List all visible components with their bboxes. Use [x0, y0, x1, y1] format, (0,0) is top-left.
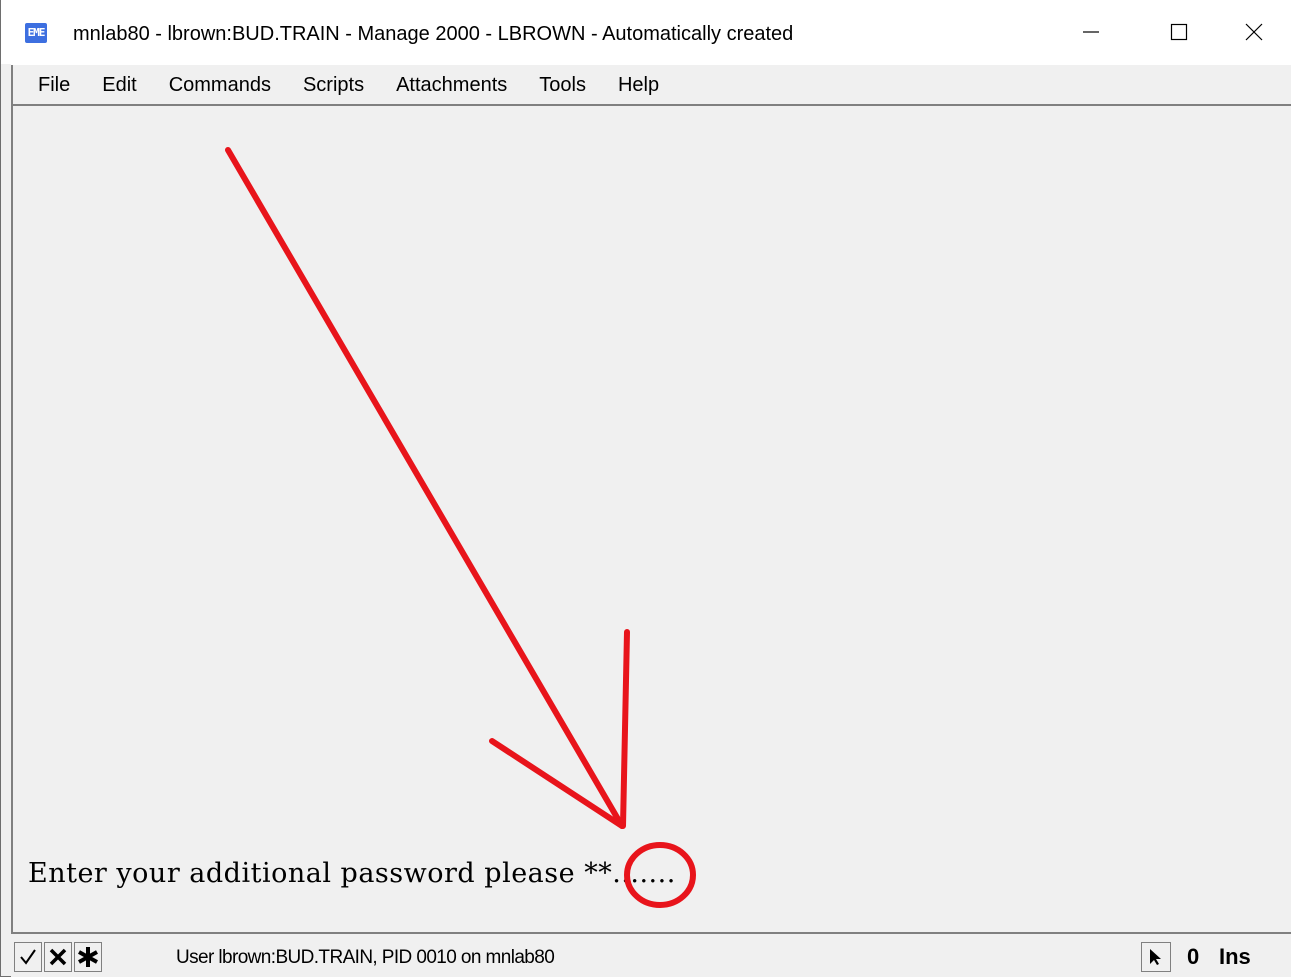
ok-button[interactable]: [14, 942, 42, 972]
close-icon: [1245, 23, 1262, 41]
app-window: EME mnlab80 - lbrown:BUD.TRAIN - Manage …: [0, 0, 1291, 977]
password-prompt[interactable]: Enter your additional password please **…: [28, 858, 676, 889]
status-bar: User lbrown:BUD.TRAIN, PID 0010 on mnlab…: [11, 932, 1291, 977]
status-count: 0: [1187, 944, 1200, 969]
menu-edit[interactable]: Edit: [86, 65, 152, 105]
app-icon[interactable]: EME: [25, 23, 47, 43]
menu-commands[interactable]: Commands: [153, 65, 287, 105]
menu-help[interactable]: Help: [602, 65, 675, 105]
star-button[interactable]: [74, 942, 102, 972]
maximize-icon: [1170, 23, 1188, 41]
prompt-text: Enter your additional password please: [28, 858, 585, 889]
password-placeholder: .......: [612, 858, 676, 889]
x-icon: [49, 948, 67, 966]
menu-tools[interactable]: Tools: [523, 65, 602, 105]
insert-mode-indicator: Ins: [1219, 944, 1251, 969]
status-text: User lbrown:BUD.TRAIN, PID 0010 on mnlab…: [176, 947, 555, 968]
title-bar[interactable]: EME mnlab80 - lbrown:BUD.TRAIN - Manage …: [1, 0, 1291, 64]
cancel-button[interactable]: [44, 942, 72, 972]
menu-bar: File Edit Commands Scripts Attachments T…: [11, 64, 1291, 106]
terminal-screen[interactable]: Enter your additional password please **…: [11, 106, 1291, 932]
pointer-button[interactable]: [1141, 942, 1171, 972]
minimize-button[interactable]: [1047, 0, 1135, 64]
minimize-icon: [1083, 31, 1099, 33]
menu-scripts[interactable]: Scripts: [287, 65, 380, 105]
menu-attachments[interactable]: Attachments: [380, 65, 523, 105]
pointer-arrow-icon: [1150, 949, 1161, 965]
maximize-button[interactable]: [1135, 0, 1223, 64]
close-button[interactable]: [1215, 0, 1291, 64]
menu-file[interactable]: File: [11, 65, 86, 105]
asterisk-icon: [78, 947, 98, 967]
check-icon: [20, 949, 36, 965]
window-title: mnlab80 - lbrown:BUD.TRAIN - Manage 2000…: [73, 23, 794, 45]
password-entered: **: [584, 858, 613, 889]
